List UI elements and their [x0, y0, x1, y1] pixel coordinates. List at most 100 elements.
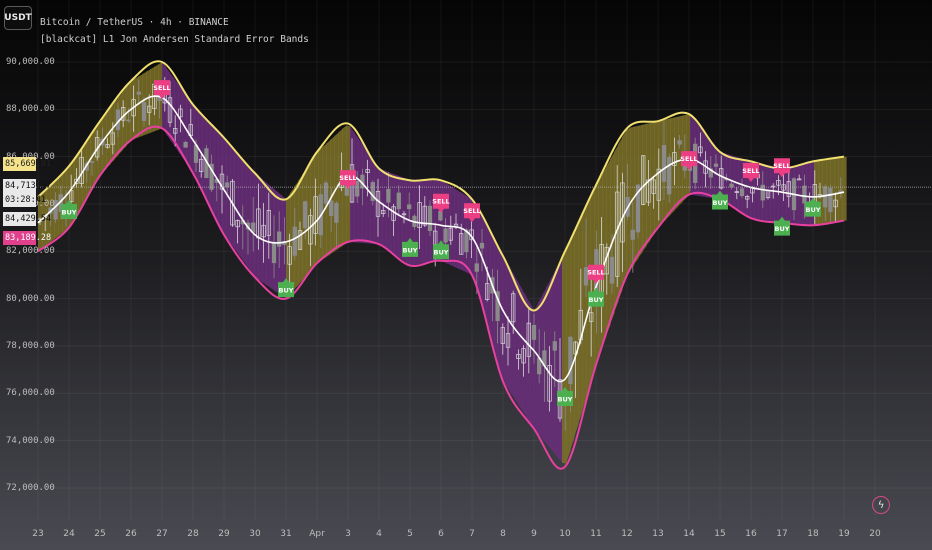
y-tick-label: 74,000.00 — [6, 435, 55, 446]
symbol-title[interactable]: Bitcoin / TetherUS · 4h · BINANCE — [40, 14, 309, 31]
buy-signal-label: BUY — [558, 395, 573, 403]
x-tick-label: 8 — [500, 529, 506, 539]
x-tick-label: 9 — [531, 529, 537, 539]
sell-signal-label: SELL — [463, 207, 480, 215]
x-tick-label: 25 — [94, 529, 106, 539]
candle-body — [474, 263, 479, 272]
band-fill-segment — [378, 167, 383, 247]
band-fill-segment — [250, 167, 255, 276]
band-fill-segment — [522, 289, 527, 417]
candle-body — [396, 192, 401, 210]
x-tick-label: 14 — [683, 529, 695, 539]
candle-body — [141, 102, 147, 121]
lower-band-price-tag: 83,189.28 — [3, 231, 52, 245]
x-tick-label: 11 — [590, 529, 602, 539]
candle-body — [609, 256, 615, 284]
x-tick-label: 24 — [63, 529, 75, 539]
band-fill-segment — [590, 189, 595, 385]
candle-body — [667, 156, 672, 195]
candle-body — [126, 119, 131, 122]
x-tick-label: 28 — [187, 529, 199, 539]
candle-body — [292, 226, 297, 256]
y-tick-label: 78,000.00 — [6, 341, 55, 351]
band-fill-segment — [238, 153, 243, 260]
price-chart[interactable]: BUY BUY BUY BUY BUY BUY BUY BUY BUY SELL SELL SELL S… — [0, 0, 932, 550]
band-fill-segment — [262, 179, 267, 285]
y-tick-label: 76,000.00 — [6, 388, 55, 399]
candle-body — [277, 231, 282, 247]
buy-signal-label: BUY — [589, 296, 604, 304]
band-fill-segment — [574, 223, 579, 438]
band-fill-segment — [842, 156, 847, 221]
band-fill-segment — [774, 166, 779, 223]
sell-signal-label: SELL — [680, 155, 697, 163]
x-tick-label: 20 — [869, 529, 881, 539]
y-tick-label: 82,000.00 — [6, 246, 55, 257]
candle-body — [823, 186, 828, 208]
band-fill-segment — [382, 169, 387, 250]
band-fill-segment — [550, 272, 555, 454]
buy-signal-label: BUY — [775, 225, 790, 233]
band-fill-segment — [66, 164, 71, 230]
indicator-title[interactable]: [blackcat] L1 Jon Andersen Standard Erro… — [40, 31, 309, 48]
candle-body — [183, 141, 188, 148]
x-tick-label: 4 — [376, 529, 382, 539]
candle-body — [225, 182, 230, 188]
x-tick-label: 26 — [125, 529, 137, 539]
x-tick-label: 12 — [621, 529, 633, 539]
band-fill-segment — [366, 149, 371, 244]
candle-body — [568, 336, 573, 385]
candle-body — [630, 229, 635, 240]
candle-body — [552, 341, 557, 351]
x-tick-label: 6 — [438, 529, 444, 539]
buy-signal-label: BUY — [713, 199, 728, 207]
candle-body — [802, 185, 807, 204]
x-tick-label: 31 — [280, 529, 292, 539]
band-fill-segment — [106, 108, 111, 169]
band-fill-segment — [770, 165, 775, 222]
x-tick-label: 30 — [249, 529, 261, 539]
last-price-tag: 84,713.37 — [3, 179, 52, 193]
sell-signal-label: SELL — [742, 167, 759, 175]
candle-body — [443, 228, 448, 243]
candle-body — [427, 205, 433, 231]
candle-body — [323, 182, 329, 204]
lightning-icon[interactable]: ϟ — [872, 496, 890, 514]
candle-body — [136, 91, 141, 95]
y-tick-label: 72,000.00 — [6, 483, 55, 493]
x-tick-label: 27 — [156, 529, 168, 539]
candle-body — [271, 242, 277, 264]
x-tick-label: 17 — [776, 529, 788, 539]
x-tick-label: 29 — [218, 529, 230, 539]
candle-body — [303, 201, 308, 229]
x-tick-label: 19 — [838, 529, 850, 539]
sell-signal-label: SELL — [153, 84, 170, 92]
band-fill — [38, 62, 847, 464]
candle-body — [677, 140, 682, 145]
x-tick-label: Apr — [309, 529, 325, 539]
sell-signal-label: SELL — [339, 174, 356, 182]
band-fill-segment — [314, 151, 319, 267]
band-fill-segment — [82, 141, 87, 206]
x-tick-label: 23 — [32, 529, 44, 539]
currency-toggle-button[interactable]: USDT — [4, 6, 32, 30]
x-tick-label: 5 — [407, 529, 413, 539]
band-fill-segment — [602, 166, 607, 348]
candle-body — [828, 187, 833, 213]
band-fill-segment — [526, 296, 531, 423]
band-fill-segment — [122, 87, 127, 151]
buy-signal-label: BUY — [403, 246, 418, 254]
buy-signal-label: BUY — [806, 206, 821, 214]
y-tick-label: 80,000.00 — [6, 293, 55, 304]
band-fill-segment — [146, 69, 151, 135]
sell-signal-label: SELL — [587, 269, 604, 277]
candle-body — [661, 145, 667, 182]
chart-legend: Bitcoin / TetherUS · 4h · BINANCE [black… — [40, 14, 309, 48]
band-fill-segment — [510, 268, 515, 399]
candle-body — [89, 161, 95, 163]
band-fill-segment — [798, 163, 803, 225]
band-fill-segment — [94, 124, 99, 186]
candle-body — [329, 200, 334, 217]
band-fill-segment — [502, 254, 507, 387]
band-fill-segment — [394, 174, 399, 258]
